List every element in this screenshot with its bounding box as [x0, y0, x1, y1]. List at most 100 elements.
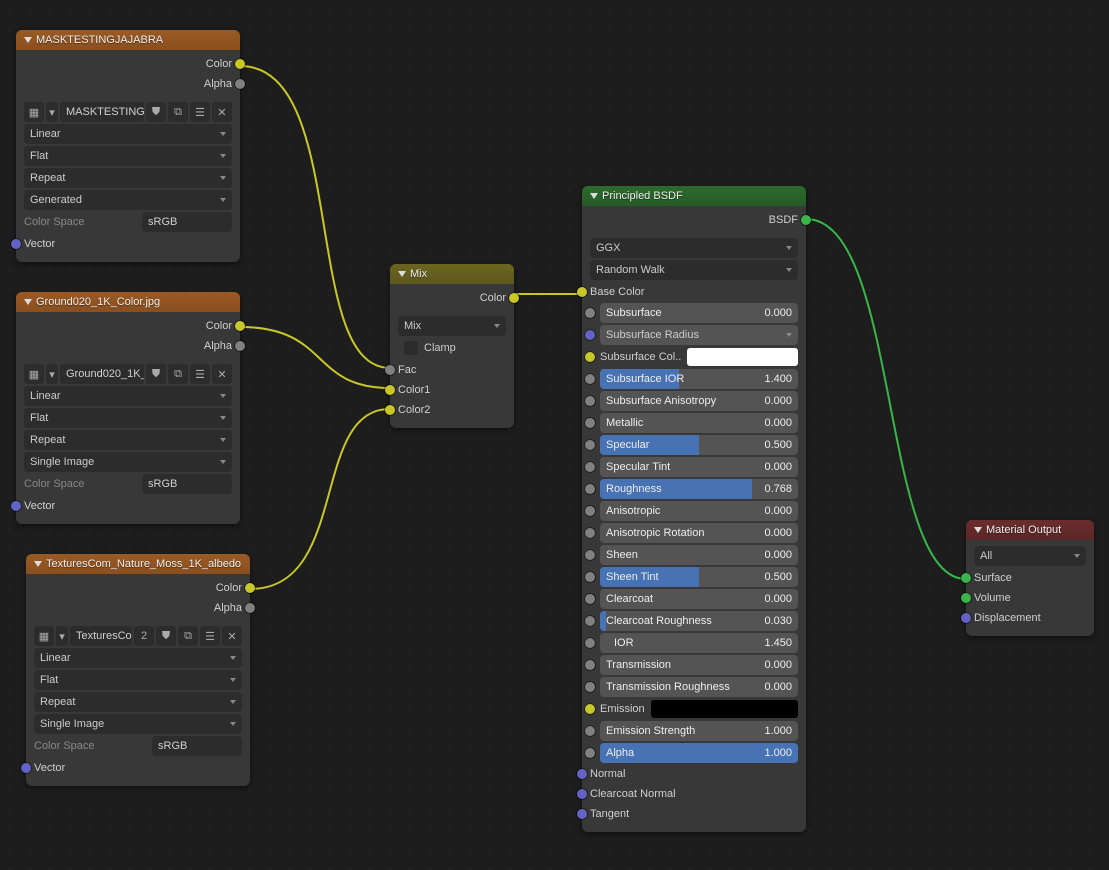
input-color1[interactable]: Color1	[390, 380, 514, 400]
emission-color-swatch[interactable]	[651, 700, 798, 718]
input-volume[interactable]: Volume	[966, 588, 1094, 608]
node-header[interactable]: TexturesCom_Nature_Moss_1K_albedo.tif	[26, 554, 250, 574]
mix-node[interactable]: Mix Color Mix Clamp Fac Color1 Color2	[390, 264, 514, 428]
input-displacement[interactable]: Displacement	[966, 608, 1094, 628]
input-alpha[interactable]: Alpha 1.000	[582, 742, 806, 764]
close-icon[interactable]: ✕	[212, 102, 232, 122]
image-icon[interactable]: ▦	[24, 364, 44, 384]
folder-icon[interactable]: ☰	[190, 102, 210, 122]
output-color[interactable]: Color	[26, 578, 250, 598]
image-name-field[interactable]: TexturesCo...	[70, 626, 132, 646]
input-ior[interactable]: IOR1.450	[582, 632, 806, 654]
color-space-row[interactable]: Color Space sRGB	[34, 736, 242, 756]
copy-icon[interactable]: ⧉	[168, 364, 188, 384]
node-header[interactable]: Principled BSDF	[582, 186, 806, 206]
input-subsurface-radius[interactable]: Subsurface Radius	[582, 324, 806, 346]
user-count[interactable]: 2	[134, 626, 154, 646]
source-dropdown[interactable]: Single Image	[34, 714, 242, 734]
interpolation-dropdown[interactable]: Linear	[24, 386, 232, 406]
input-subsurface-col-[interactable]: Subsurface Col..	[582, 346, 806, 368]
output-alpha[interactable]: Alpha	[16, 74, 240, 94]
principled-bsdf-node[interactable]: Principled BSDF BSDF GGX Random Walk Bas…	[582, 186, 806, 832]
input-transmission-roughness[interactable]: Transmission Roughness0.000	[582, 676, 806, 698]
output-color[interactable]: Color	[390, 288, 514, 308]
source-dropdown[interactable]: Generated	[24, 190, 232, 210]
input-emission-strength[interactable]: Emission Strength 1.000	[582, 720, 806, 742]
input-base-color[interactable]: Base Color	[582, 282, 806, 302]
projection-dropdown[interactable]: Flat	[34, 670, 242, 690]
interpolation-dropdown[interactable]: Linear	[24, 124, 232, 144]
node-header[interactable]: Ground020_1K_Color.jpg	[16, 292, 240, 312]
input-vector[interactable]: Vector	[16, 496, 240, 516]
copy-icon[interactable]: ⧉	[168, 102, 188, 122]
input-clearcoat-normal[interactable]: Clearcoat Normal	[582, 784, 806, 804]
image-icon[interactable]: ▦	[34, 626, 54, 646]
output-alpha[interactable]: Alpha	[16, 336, 240, 356]
image-texture-node-3[interactable]: TexturesCom_Nature_Moss_1K_albedo.tif Co…	[26, 554, 250, 786]
input-color2[interactable]: Color2	[390, 400, 514, 420]
target-dropdown[interactable]: All	[974, 546, 1086, 566]
input-specular[interactable]: Specular0.500	[582, 434, 806, 456]
shield-icon[interactable]: ⛊	[146, 364, 166, 384]
color-space-row[interactable]: Color Space sRGB	[24, 474, 232, 494]
close-icon[interactable]: ✕	[212, 364, 232, 384]
color-space-dropdown[interactable]: sRGB	[152, 736, 242, 756]
input-subsurface-ior[interactable]: Subsurface IOR1.400	[582, 368, 806, 390]
close-icon[interactable]: ✕	[222, 626, 242, 646]
input-fac[interactable]: Fac	[390, 360, 514, 380]
folder-icon[interactable]: ☰	[200, 626, 220, 646]
clamp-checkbox[interactable]: Clamp	[398, 338, 506, 358]
node-header[interactable]: Material Output	[966, 520, 1094, 540]
node-header[interactable]: Mix	[390, 264, 514, 284]
input-emission[interactable]: Emission	[582, 698, 806, 720]
distribution-dropdown[interactable]: GGX	[590, 238, 798, 258]
extension-dropdown[interactable]: Repeat	[34, 692, 242, 712]
input-subsurface-anisotropy[interactable]: Subsurface Anisotropy0.000	[582, 390, 806, 412]
extension-dropdown[interactable]: Repeat	[24, 430, 232, 450]
input-sheen-tint[interactable]: Sheen Tint0.500	[582, 566, 806, 588]
browse-down-icon[interactable]: ▾	[56, 626, 68, 646]
input-clearcoat-roughness[interactable]: Clearcoat Roughness0.030	[582, 610, 806, 632]
input-normal[interactable]: Normal	[582, 764, 806, 784]
output-color[interactable]: Color	[16, 316, 240, 336]
image-name-field[interactable]: Ground020_1K_C...	[60, 364, 144, 384]
output-alpha[interactable]: Alpha	[26, 598, 250, 618]
collapse-icon[interactable]	[974, 527, 982, 533]
image-texture-node-1[interactable]: MASKTESTINGJAJABRA Color Alpha ▦ ▾ MASKT…	[16, 30, 240, 262]
input-transmission[interactable]: Transmission0.000	[582, 654, 806, 676]
shield-icon[interactable]: ⛊	[146, 102, 166, 122]
input-sheen[interactable]: Sheen0.000	[582, 544, 806, 566]
folder-icon[interactable]: ☰	[190, 364, 210, 384]
shield-icon[interactable]: ⛊	[156, 626, 176, 646]
color-space-dropdown[interactable]: sRGB	[142, 474, 232, 494]
extension-dropdown[interactable]: Repeat	[24, 168, 232, 188]
copy-icon[interactable]: ⧉	[178, 626, 198, 646]
input-roughness[interactable]: Roughness0.768	[582, 478, 806, 500]
collapse-icon[interactable]	[24, 299, 32, 305]
input-subsurface[interactable]: Subsurface0.000	[582, 302, 806, 324]
collapse-icon[interactable]	[590, 193, 598, 199]
input-metallic[interactable]: Metallic0.000	[582, 412, 806, 434]
color-swatch[interactable]	[687, 348, 798, 366]
color-space-row[interactable]: Color Space sRGB	[24, 212, 232, 232]
image-icon[interactable]: ▦	[24, 102, 44, 122]
browse-down-icon[interactable]: ▾	[46, 102, 58, 122]
output-color[interactable]: Color	[16, 54, 240, 74]
input-anisotropic-rotation[interactable]: Anisotropic Rotation0.000	[582, 522, 806, 544]
collapse-icon[interactable]	[24, 37, 32, 43]
input-surface[interactable]: Surface	[966, 568, 1094, 588]
source-dropdown[interactable]: Single Image	[24, 452, 232, 472]
material-output-node[interactable]: Material Output All Surface Volume Displ…	[966, 520, 1094, 636]
collapse-icon[interactable]	[398, 271, 406, 277]
input-vector[interactable]: Vector	[26, 758, 250, 778]
image-texture-node-2[interactable]: Ground020_1K_Color.jpg Color Alpha ▦ ▾ G…	[16, 292, 240, 524]
input-vector[interactable]: Vector	[16, 234, 240, 254]
color-space-dropdown[interactable]: sRGB	[142, 212, 232, 232]
input-clearcoat[interactable]: Clearcoat0.000	[582, 588, 806, 610]
blend-mode-dropdown[interactable]: Mix	[398, 316, 506, 336]
image-name-field[interactable]: MASKTESTINGJAJ...	[60, 102, 144, 122]
input-anisotropic[interactable]: Anisotropic0.000	[582, 500, 806, 522]
projection-dropdown[interactable]: Flat	[24, 146, 232, 166]
input-specular-tint[interactable]: Specular Tint0.000	[582, 456, 806, 478]
browse-down-icon[interactable]: ▾	[46, 364, 58, 384]
